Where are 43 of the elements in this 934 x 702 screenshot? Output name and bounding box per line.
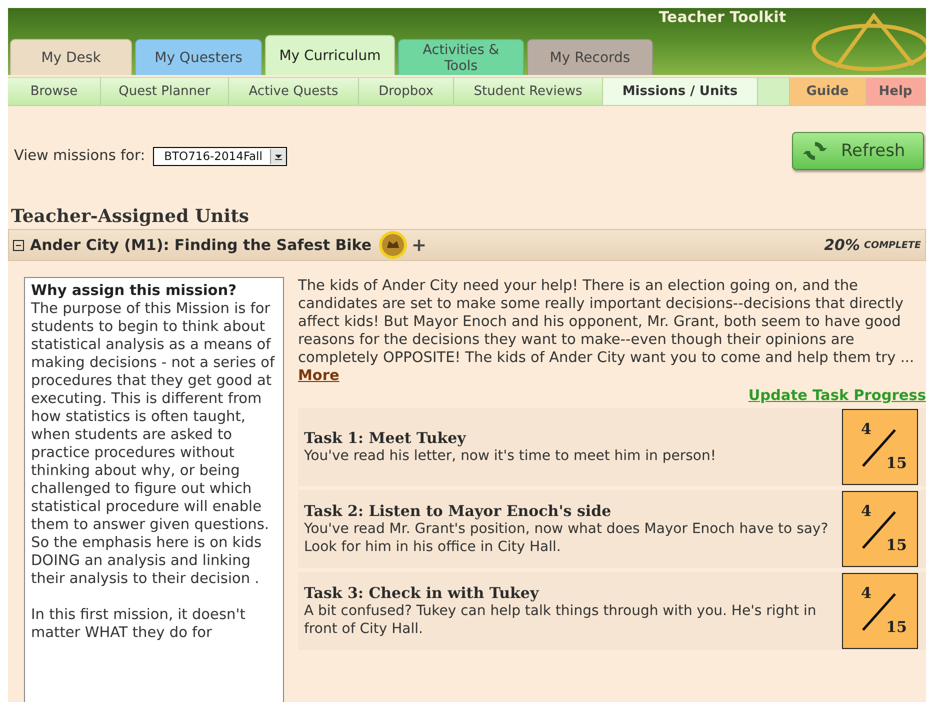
completed-count: 4 — [861, 584, 872, 602]
task-description: A bit confused? Tukey can help talk things through with you. He's right in front of City Hall. — [304, 602, 818, 638]
complete-label: COMPLETE — [864, 240, 921, 250]
add-button[interactable]: + — [412, 234, 427, 256]
subnav-tab[interactable]: Active Quests — [229, 78, 359, 105]
nav-tab[interactable]: My Records — [527, 39, 653, 75]
task-title: Task 1: Meet Tukey — [304, 429, 468, 447]
task-title: Task 2: Listen to Mayor Enoch's side — [304, 502, 612, 520]
rationale-paragraph: In this first mission, it doesn't matter WHAT they do for — [31, 606, 246, 642]
subnav-tab[interactable]: Student Reviews — [454, 78, 603, 105]
task-description: You've read his letter, now it's time to meet him in person! — [304, 447, 717, 465]
badge-icon — [378, 230, 408, 260]
more-link[interactable]: More — [298, 368, 340, 384]
total-count: 15 — [886, 536, 907, 554]
completed-count: 4 — [861, 502, 872, 520]
nav-tab[interactable]: My Questers — [135, 39, 262, 75]
rationale-title: Why assign this mission? — [31, 282, 238, 300]
collapse-toggle[interactable] — [13, 240, 24, 250]
nav-tab[interactable]: Activities & Tools — [398, 39, 524, 75]
filter-label: View missions for: — [14, 148, 146, 164]
completed-count: 4 — [861, 420, 872, 438]
percent-value: 20% — [824, 236, 860, 254]
subnav-tab[interactable]: Missions / Units — [603, 78, 758, 105]
subnav-tab[interactable]: Quest Planner — [101, 78, 229, 105]
refresh-button[interactable]: Refresh — [792, 132, 924, 170]
section-title: Teacher-Assigned Units — [11, 206, 250, 227]
nav-tab[interactable]: My Desk — [10, 39, 132, 75]
class-dropdown[interactable]: BTO716-2014Fall — [153, 146, 288, 166]
unit-title: Ander City (M1): Finding the Safest Bike — [30, 236, 372, 254]
total-count: 15 — [886, 454, 907, 472]
subnav-link[interactable]: Guide — [790, 78, 866, 105]
subnav-tab[interactable]: Browse — [8, 78, 101, 105]
caret-icon — [274, 152, 284, 160]
subnav-tab[interactable]: Dropbox — [359, 78, 454, 105]
mission-description: The kids of Ander City need your help! There is an election going on, and the candidates are set to make some really important decisions--decisions that directly affect kids! But Mayor Enoch and his opponent, Mr. Grant, both seem to have good reasons for the decisions they want to make--even though their opinions are completely OPPOSITE! The kids of Ander City want you to come and help them try ... More — [298, 277, 916, 385]
task-title: Task 3: Check in with Tukey — [304, 584, 540, 602]
app-title: Teacher Toolkit — [658, 8, 786, 26]
refresh-icon — [803, 139, 827, 163]
rationale-paragraph: The purpose of this Mission is for students to begin to think about statistical analysis as a means of making decisions - not a series of procedures that they get good at executing. This is different from how statistics is often taught, when students are asked to practice procedures without thinking about why, or being challenged to figure out which statistical procedure will enable them to answer given questions. So the emphasis here is on kids DOING an analysis and linking their analysis to their decision . — [31, 300, 276, 588]
subnav-link[interactable]: Help — [866, 78, 926, 105]
task-description: You've read Mr. Grant's position, now what does Mayor Enoch have to say? Look for him in his office in City Hall. — [304, 520, 830, 556]
total-count: 15 — [886, 618, 907, 636]
nav-tab[interactable]: My Curriculum — [265, 35, 395, 75]
